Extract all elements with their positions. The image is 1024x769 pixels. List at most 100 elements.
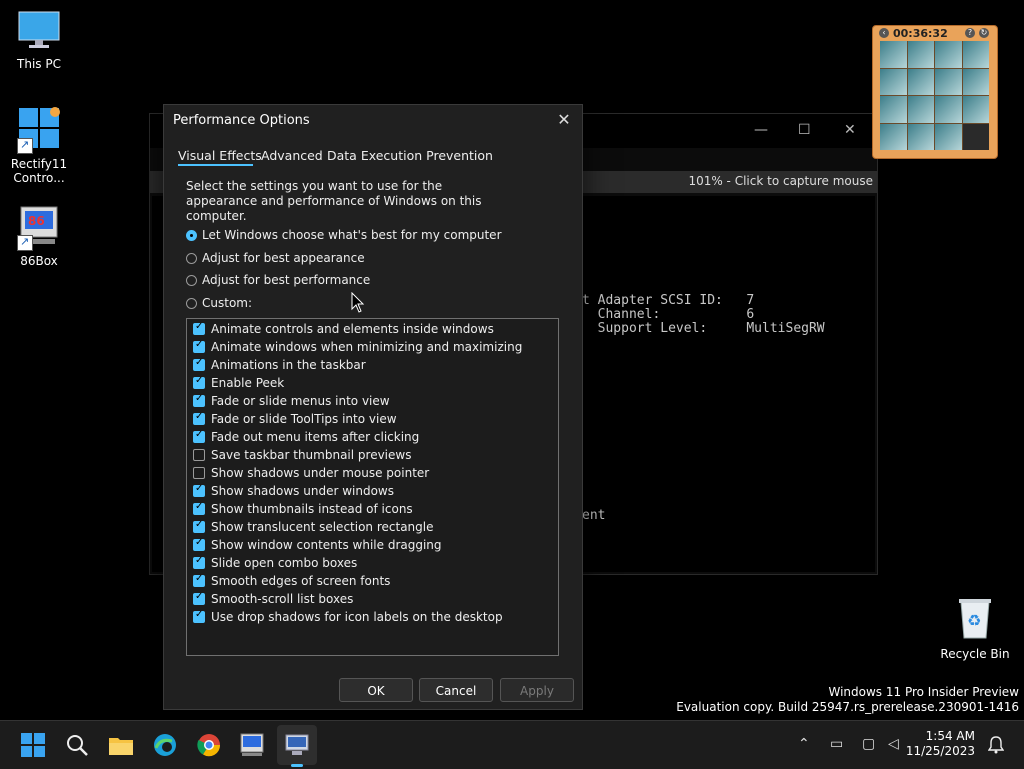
shuffle-icon[interactable]: ↻ [979,28,989,38]
effect-item[interactable]: Fade or slide menus into view [193,393,390,409]
puzzle-tile[interactable] [962,68,989,95]
file-explorer-icon[interactable] [108,732,134,758]
sound-muted-icon[interactable]: ◁ [888,736,899,752]
puzzle-tile[interactable] [880,123,907,150]
network-offline-icon[interactable]: ▭ [830,736,843,752]
performance-options-dialog[interactable]: Performance Options ✕ Visual Effects Adv… [163,104,583,710]
effect-item[interactable]: Slide open combo boxes [193,555,357,571]
puzzle-tile[interactable] [880,41,907,68]
puzzle-tile[interactable] [907,96,934,123]
screen-line: ent [582,508,606,523]
checkbox[interactable] [193,393,205,407]
watermark-build: Evaluation copy. Build 25947.rs_prerelea… [676,700,1019,714]
effect-item[interactable]: Fade out menu items after clicking [193,429,419,445]
effect-label: Fade or slide ToolTips into view [211,412,397,426]
back-icon[interactable]: ‹ [879,28,889,38]
effect-item[interactable]: Animate controls and elements inside win… [193,321,494,337]
effect-item[interactable]: Animate windows when minimizing and maxi… [193,339,522,355]
desktop-icon-label: Rectify11 Contro... [10,157,68,185]
search-icon[interactable] [64,732,90,758]
display-icon[interactable]: ▢ [862,736,875,752]
tile-puzzle-gadget[interactable]: ‹ 00:36:32 ? ↻ [872,25,998,159]
notification-bell-icon[interactable] [988,736,1004,754]
tab-advanced[interactable]: Advanced [261,148,323,163]
minimize-icon[interactable]: — [754,122,768,138]
edge-browser-icon[interactable] [152,732,178,758]
effect-item[interactable]: Smooth edges of screen fonts [193,573,390,589]
86box-taskbar-icon[interactable] [239,732,265,758]
checkbox[interactable] [193,429,205,443]
checkbox[interactable] [193,519,205,533]
radio-best-performance[interactable]: Adjust for best performance [186,272,370,288]
checkbox[interactable] [193,483,205,497]
radio-custom[interactable]: Custom: [186,295,252,311]
checkbox[interactable] [193,573,205,587]
desktop-icon-label: This PC [17,57,61,71]
tab-data-execution-prevention[interactable]: Data Execution Prevention [327,148,493,163]
radio-let-windows-choose[interactable]: Let Windows choose what's best for my co… [186,227,502,243]
effect-item[interactable]: Animations in the taskbar [193,357,366,373]
visual-effects-list[interactable]: Animate controls and elements inside win… [186,318,559,656]
maximize-icon[interactable]: ☐ [798,122,811,138]
effect-item[interactable]: Use drop shadows for icon labels on the … [193,609,503,625]
checkbox[interactable] [193,501,205,515]
chrome-icon[interactable] [196,732,222,758]
desktop-icon-rectify11[interactable]: Rectify11 Contro... [3,106,75,185]
effect-item[interactable]: Show shadows under mouse pointer [193,465,429,481]
ok-button[interactable]: OK [339,678,413,702]
apply-button[interactable]: Apply [500,678,574,702]
effect-item[interactable]: Smooth-scroll list boxes [193,591,353,607]
puzzle-tile[interactable] [907,123,934,150]
puzzle-tile[interactable] [935,96,962,123]
close-icon[interactable]: ✕ [844,122,856,138]
checkbox[interactable] [193,375,205,389]
checkbox[interactable] [193,339,205,353]
effect-item[interactable]: Fade or slide ToolTips into view [193,411,397,427]
puzzle-tile[interactable] [907,41,934,68]
puzzle-grid[interactable] [880,41,989,150]
radio-best-appearance[interactable]: Adjust for best appearance [186,250,365,266]
emulator-app-icon[interactable] [284,732,310,758]
checkbox[interactable] [193,411,205,425]
checkbox[interactable] [193,537,205,551]
puzzle-tile[interactable] [935,68,962,95]
puzzle-tile[interactable] [935,123,962,150]
effect-item[interactable]: Show translucent selection rectangle [193,519,434,535]
effect-item[interactable]: Enable Peek [193,375,284,391]
start-icon[interactable] [20,732,46,758]
checkbox[interactable] [193,555,205,569]
chevron-up-icon[interactable]: ⌃ [798,736,810,752]
puzzle-tile[interactable] [962,96,989,123]
puzzle-tile[interactable] [935,41,962,68]
checkbox[interactable] [193,357,205,371]
puzzle-tile[interactable] [907,68,934,95]
cancel-button[interactable]: Cancel [419,678,493,702]
desktop-icon-this-pc[interactable]: This PC [3,10,75,71]
radio-label: Let Windows choose what's best for my co… [202,228,502,242]
tab-visual-effects[interactable]: Visual Effects [178,148,262,163]
puzzle-tile[interactable] [880,96,907,123]
checkbox[interactable] [193,467,205,479]
checkbox[interactable] [193,591,205,605]
effect-item[interactable]: Show window contents while dragging [193,537,442,553]
effect-item[interactable]: Show shadows under windows [193,483,394,499]
radio-icon[interactable] [186,297,197,309]
effect-item[interactable]: Save taskbar thumbnail previews [193,447,411,463]
help-icon[interactable]: ? [965,28,975,38]
puzzle-tile[interactable] [880,68,907,95]
close-icon[interactable]: ✕ [554,110,574,130]
checkbox[interactable] [193,609,205,623]
puzzle-tile[interactable] [962,41,989,68]
radio-selected-icon[interactable] [186,229,197,241]
taskbar-clock[interactable]: 1:54 AM 11/25/2023 [906,729,975,759]
radio-icon[interactable] [186,252,197,264]
radio-icon[interactable] [186,274,197,286]
checkbox[interactable] [193,321,205,335]
desktop-icon-label: 86Box [20,254,58,268]
desktop-icon-recycle-bin[interactable]: ♻ Recycle Bin [938,596,1012,661]
desktop-icon-86box[interactable]: 86 86Box [3,203,75,268]
effect-item[interactable]: Show thumbnails instead of icons [193,501,413,517]
puzzle-tile-empty[interactable] [962,123,989,150]
capture-mouse-hint[interactable]: 101% - Click to capture mouse [688,174,873,188]
checkbox[interactable] [193,449,205,461]
